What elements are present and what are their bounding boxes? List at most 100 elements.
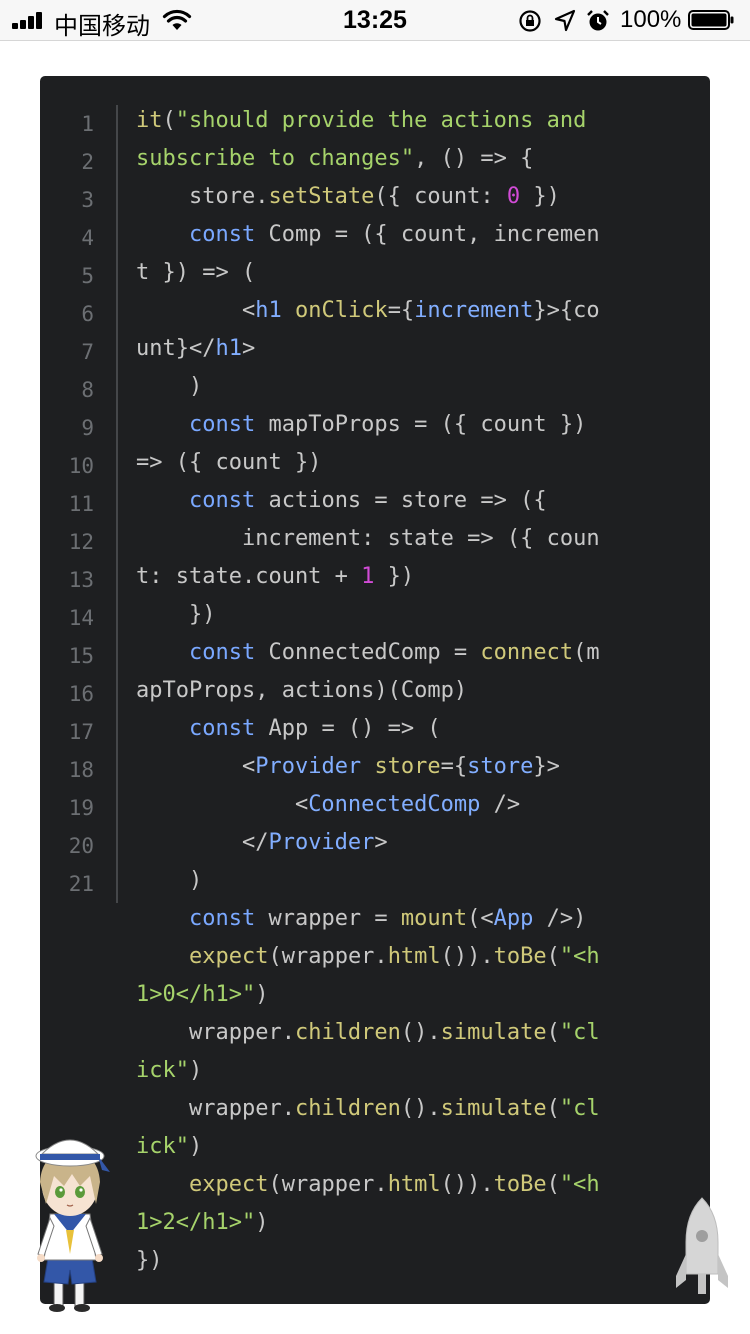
location-icon [554,9,576,32]
line-number: 4 [81,226,94,250]
code-token: > [374,830,388,855]
code-token: /> [480,792,521,817]
line-number: 5 [81,264,94,288]
code-line: const App = () => ( [136,710,696,748]
line-number: 3 [81,188,94,212]
code-token: ={ [440,754,468,779]
line-number: 21 [68,872,94,896]
code-token: const [188,488,256,513]
code-token: ) [188,1134,203,1159]
code-line: ick") [136,1052,696,1090]
code-line: const ConnectedComp = connect(m [136,634,696,672]
code-token: "<h [559,944,600,969]
line-number: 1 [81,112,94,136]
code-token: apToProps, actions)(Comp) [136,678,468,703]
code-line: 1>2</h1>") [136,1204,696,1242]
line-number: 17 [68,720,94,744]
code-token: ConnectedComp = [255,640,481,665]
code-token: simulate [440,1096,547,1121]
code-token: unt}</ [136,336,216,361]
code-token: expect [188,944,269,969]
line-number: 19 [68,796,94,820]
code-token: }) [136,602,216,627]
code-line: => ({ count }) [136,444,696,482]
code-token: ( [162,108,176,133]
code-token: h1 [215,336,242,361]
rocket-icon[interactable] [674,1196,730,1300]
code-block: 1 2 3 4 5 6 7 8 9 10 11 12 13 14 15 16 17 18 19 20 21 it("sh… [40,76,710,1304]
code-token: (m [573,640,600,665]
code-line: 1>0</h1>") [136,976,696,1014]
code-token: onClick [294,298,388,323]
code-token: "cl [559,1020,600,1045]
status-bar: 中国移动 13:25 100% [0,0,750,41]
code-token: ( [546,1172,560,1197]
code-token: t }) => ( [136,260,256,285]
code-token: }> [533,754,560,779]
code-token: "<h [559,1172,600,1197]
line-number: 20 [68,834,94,858]
code-token: store [374,754,441,779]
code-line: }) [136,1242,696,1280]
code-token: ConnectedComp [308,792,481,817]
code-token: simulate [440,1020,547,1045]
code-token: ( [546,1096,560,1121]
code-token: it [136,108,163,133]
code-token: const [188,906,256,931]
code-token: < [136,298,256,323]
code-line: t }) => ( [136,254,696,292]
code-line: const mapToProps = ({ count }) [136,406,696,444]
code-token: Provider [255,754,362,779]
code-line: expect(wrapper.html()).toBe("<h [136,938,696,976]
code-token: const [188,412,256,437]
signal-icon [12,11,48,29]
code-line: const actions = store => ({ [136,482,696,520]
line-number: 11 [68,492,94,516]
code-token: ) [136,374,203,399]
code-token: (wrapper. [268,944,388,969]
code-token: < [136,754,256,779]
battery-icon [688,10,734,30]
code-line: ) [136,862,696,900]
code-token: App [493,906,534,931]
code-token: 1>0</h1>" [136,982,256,1007]
sailor-mascot-icon [35,1139,110,1312]
code-token: (). [400,1020,441,1045]
code-token: ) [188,1058,203,1083]
line-number: 18 [68,758,94,782]
code-token: < [136,792,309,817]
code-line: }) [136,596,696,634]
code-token: }) [520,184,560,209]
code-token: const [188,716,256,741]
code-token: "should provide the actions and [175,108,587,133]
code-line: <ConnectedComp /> [136,786,696,824]
code-line: store.setState({ count: 0 }) [136,178,696,216]
code-token: (). [400,1096,441,1121]
code-token: ) [255,982,269,1007]
code-token: ( [546,944,560,969]
code-token: }>{co [533,298,600,323]
code-line: ) [136,368,696,406]
code-token: store [467,754,534,779]
code-token: store. [136,184,269,209]
code-token: 1>2</h1>" [136,1210,256,1235]
code-content: it("should provide the actions and subscr… [136,102,696,1280]
code-token: h1 [255,298,282,323]
code-token: mount [400,906,468,931]
code-line: t: state.count + 1 }) [136,558,696,596]
carrier-name: 中国移动 [54,12,150,40]
code-token: 1 [361,564,375,589]
line-number: 12 [68,530,94,554]
code-token: (wrapper. [268,1172,388,1197]
line-number: 7 [81,340,94,364]
code-token: t: state.count + [136,564,362,589]
code-token: ) [136,868,203,893]
code-line: wrapper.children().simulate("cl [136,1014,696,1052]
code-token: App = () => ( [255,716,441,741]
code-line: ick") [136,1128,696,1166]
code-line: it("should provide the actions and [136,102,696,140]
